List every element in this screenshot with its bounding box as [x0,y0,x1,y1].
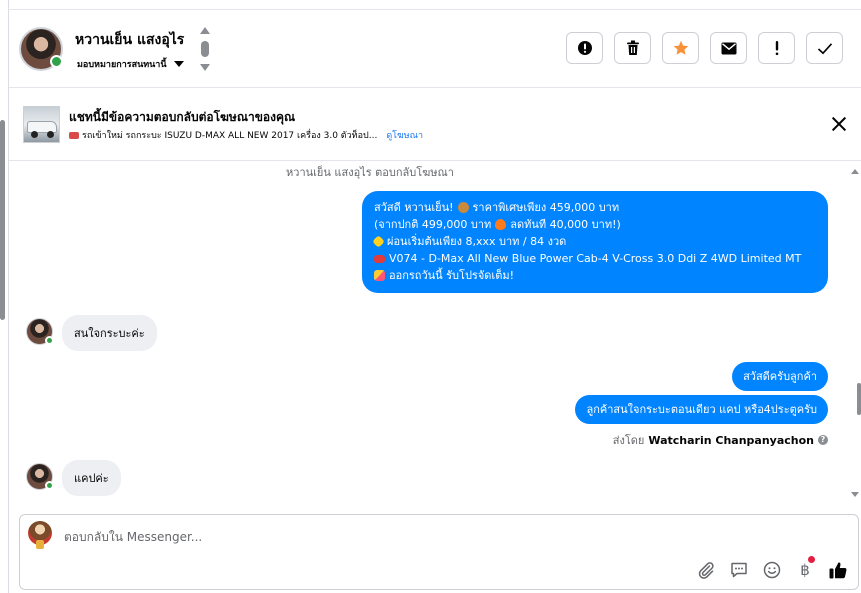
trash-icon [626,40,639,55]
message-thread: หวานเย็น แสงอุไร ตอบกลับโฆษณา สวัสดี หวา… [9,162,861,510]
envelope-icon [721,42,736,54]
paperclip-icon [698,562,714,579]
emoji-icon [763,561,781,579]
mark-important-button[interactable] [758,32,795,64]
emoji-button[interactable] [761,559,783,581]
model-text: V074 - D-Max All New Blue Power Cab-4 V-… [389,252,802,265]
chevron-up-icon[interactable] [200,27,210,34]
report-button[interactable] [566,32,603,64]
messenger-badge-icon [45,481,54,490]
conversation-header: หวานเย็น แสงอุไร มอบหมายการสนทนานี้ [9,10,861,88]
greeting-text: สวัสดี หวานเย็น! [374,201,454,214]
page-avatar [28,521,52,549]
star-icon [673,40,688,55]
assign-label: มอบหมายการสนทนานี้ [77,60,167,70]
chevron-down-icon[interactable] [200,64,210,71]
reply-input[interactable] [64,527,664,547]
mark-unread-button[interactable] [710,32,747,64]
mark-done-button[interactable] [806,32,843,64]
outgoing-message[interactable]: ลูกค้าสนใจกระบะตอนเดียว แคป หรือ4ประตูคร… [575,395,828,424]
exclamation-circle-icon [577,41,592,55]
incoming-message[interactable]: สนใจกระบะค่ะ [62,315,157,351]
assign-conversation-dropdown[interactable]: มอบหมายการสนทนานี้ [77,57,184,71]
thumbs-up-icon [829,562,847,579]
ad-line-5: ออกรถวันนี้ รับโปรจัดเต็ม! [374,267,818,284]
contact-avatar[interactable] [19,27,63,71]
ad-line-4: V074 - D-Max All New Blue Power Cab-4 V-… [374,250,818,267]
wheel-front [31,131,38,138]
conversation-switcher[interactable] [199,27,211,73]
fire-emoji-icon [495,219,507,230]
ad-reply-banner: แชทนี้มีข้อความตอบกลับต่อโฆษณาของคุณ รถเ… [9,89,861,161]
car-emoji-icon [69,131,79,139]
ad-reply-note: หวานเย็น แสงอุไร ตอบกลับโฆษณา [286,166,454,179]
ad-headline: รถเข้าใหม่ รถกระบะ ISUZU D-MAX ALL NEW 2… [82,131,378,141]
messenger-badge-icon [50,55,63,68]
exclamation-icon [775,41,778,56]
banner-subtitle-row: รถเข้าใหม่ รถกระบะ ISUZU D-MAX ALL NEW 2… [69,128,423,142]
close-icon[interactable] [831,116,847,132]
contact-avatar[interactable] [26,463,54,490]
scroll-down-arrow-icon[interactable] [851,492,859,497]
incoming-message[interactable]: แคปค่ะ [62,460,121,496]
caret-down-icon [173,61,184,67]
delete-button[interactable] [614,32,651,64]
car-emoji-icon [374,254,385,263]
thread-scrollbar[interactable] [857,383,861,415]
wheel-rear [47,131,54,138]
ad-message-bubble[interactable]: สวัสดี หวานเย็น! ราคาพิเศษเพียง 459,000 … [362,191,828,293]
messenger-badge-icon [45,336,54,345]
party-popper-emoji-icon [374,270,385,281]
ad-thumbnail[interactable] [23,106,60,143]
saved-replies-button[interactable] [728,559,750,581]
sender-name: Watcharin Chanpanyachon [648,433,814,447]
payment-button[interactable]: ฿ [794,556,816,581]
check-icon [817,42,832,54]
money-bag-emoji-icon [457,202,469,213]
installment-text: ผ่อนเริ่มต้นเพียง 8,xxx บาท / 84 งวด [387,235,567,248]
question-icon[interactable]: ? [818,435,828,445]
outgoing-message[interactable]: สวัสดีครับลูกค้า [732,362,828,391]
contact-avatar[interactable] [26,318,54,345]
sent-by-prefix: ส่งโดย [612,434,645,447]
sent-by-line: ส่งโดย Watcharin Chanpanyachon ? [613,431,828,449]
star-button[interactable] [662,32,699,64]
view-ad-link[interactable]: ดูโฆษณา [386,128,423,142]
composer-tools: ฿ [695,556,849,581]
like-button[interactable] [827,559,849,581]
promo-text: ออกรถวันนี้ รับโปรจัดเต็ม! [389,269,514,282]
notification-dot [808,556,815,563]
contact-name[interactable]: หวานเย็น แสงอุไร [75,29,184,51]
ad-line-2: (จากปกติ 499,000 บาท ลดทันที 40,000 บาท!… [374,216,818,233]
price-text: ราคาพิเศษเพียง 459,000 บาท [472,201,620,214]
switcher-handle-icon [201,41,209,57]
reply-composer: ฿ [19,514,859,590]
header-actions [566,32,843,64]
attach-button[interactable] [695,559,717,581]
saved-reply-icon [731,562,747,578]
discount-text: ลดทันที 40,000 บาท!) [510,218,621,231]
left-scrollbar[interactable] [0,120,5,320]
banner-title: แชทนี้มีข้อความตอบกลับต่อโฆษณาของคุณ [69,110,296,124]
sparkles-emoji-icon [372,235,385,248]
regular-price-text: (จากปกติ 499,000 บาท [374,218,492,231]
ad-line-3: ผ่อนเริ่มต้นเพียง 8,xxx บาท / 84 งวด [372,233,818,250]
ad-line-1: สวัสดี หวานเย็น! ราคาพิเศษเพียง 459,000 … [374,199,818,216]
baht-icon: ฿ [800,561,810,579]
